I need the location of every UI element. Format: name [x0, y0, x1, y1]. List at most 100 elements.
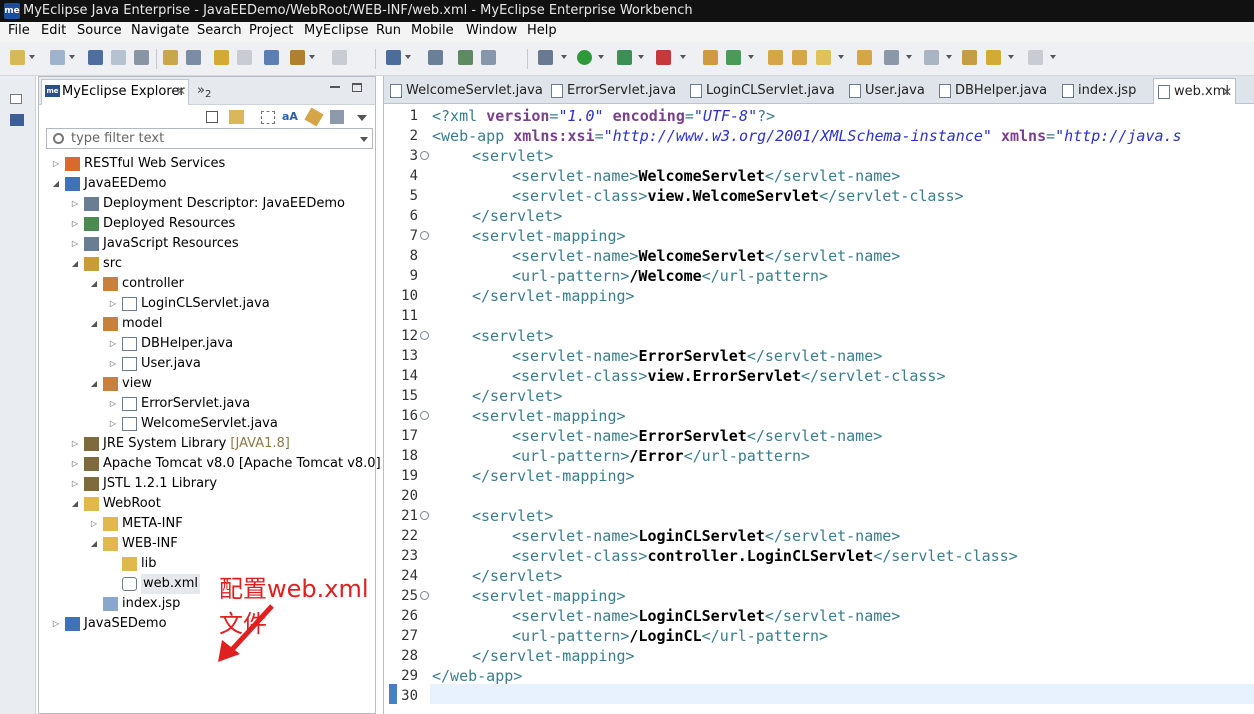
editor-tab-web-xml[interactable]: web.xml ✕	[1153, 78, 1236, 104]
new-package-icon[interactable]	[726, 50, 741, 65]
editor-tab-welcomeservlet-java[interactable]: WelcomeServlet.java	[386, 78, 544, 104]
debug-dropdown-icon[interactable]	[561, 55, 567, 59]
collapsed-arrow-icon[interactable]: ▷	[70, 234, 80, 254]
collapsed-arrow-icon[interactable]: ▷	[108, 294, 118, 314]
new-project-dropdown-icon[interactable]	[69, 55, 75, 59]
fold-toggle-icon[interactable]	[420, 231, 429, 240]
editor-tab-dbhelper-java[interactable]: DBHelper.java	[935, 78, 1054, 104]
link-with-editor-icon[interactable]	[229, 110, 244, 124]
menu-window[interactable]: Window	[466, 23, 517, 38]
back-icon[interactable]	[986, 50, 1001, 65]
open-type-icon[interactable]	[163, 50, 178, 65]
collapsed-arrow-icon[interactable]: ▷	[51, 154, 61, 174]
menu-edit[interactable]: Edit	[41, 23, 66, 38]
web-icon[interactable]	[458, 50, 473, 65]
expanded-arrow-icon[interactable]: ◢	[70, 494, 80, 514]
open-folder-icon[interactable]	[768, 50, 783, 65]
editor-tab-user-java[interactable]: User.java	[845, 78, 931, 104]
back-dropdown-icon[interactable]	[1008, 55, 1014, 59]
collapsed-arrow-icon[interactable]: ▷	[108, 414, 118, 434]
fold-toggle-icon[interactable]	[420, 331, 429, 340]
editor-tab-errorservlet-java[interactable]: ErrorServlet.java	[547, 78, 683, 104]
debug-layout-icon[interactable]	[264, 50, 279, 65]
browser-icon[interactable]	[481, 50, 496, 65]
annotation-dropdown-icon[interactable]	[906, 55, 912, 59]
tab-myeclipse-explorer[interactable]: me MyEclipse Explorer ✕	[41, 79, 189, 105]
view-menu-icon[interactable]	[357, 115, 367, 121]
fold-toggle-icon[interactable]	[420, 151, 429, 160]
debug-icon[interactable]	[538, 50, 553, 65]
collapsed-arrow-icon[interactable]: ▷	[70, 434, 80, 454]
next-annotation-icon[interactable]	[924, 50, 939, 65]
expanded-arrow-icon[interactable]: ◢	[89, 534, 99, 554]
menu-mobile[interactable]: Mobile	[411, 23, 454, 38]
pin-icon[interactable]	[304, 107, 324, 127]
fold-toggle-icon[interactable]	[420, 591, 429, 600]
open-file-icon[interactable]	[857, 50, 872, 65]
collapsed-arrow-icon[interactable]: ▷	[70, 454, 80, 474]
filter-input[interactable]: type filter text	[46, 128, 373, 149]
forward-dropdown-icon[interactable]	[1050, 55, 1056, 59]
maximize-icon[interactable]	[352, 83, 362, 92]
close-icon[interactable]: ✕	[1222, 79, 1232, 105]
print-icon[interactable]	[134, 50, 149, 65]
run-external-dropdown-icon[interactable]	[638, 55, 644, 59]
server-icon[interactable]	[332, 50, 347, 65]
save-all-icon[interactable]	[111, 50, 126, 65]
save-icon[interactable]	[88, 50, 103, 65]
run-dropdown-icon[interactable]	[598, 55, 604, 59]
undo-icon[interactable]	[214, 50, 229, 65]
chevron-overflow-icon[interactable]: »	[197, 83, 205, 98]
collapsed-arrow-icon[interactable]: ▷	[108, 334, 118, 354]
expanded-arrow-icon[interactable]: ◢	[89, 274, 99, 294]
collapsed-arrow-icon[interactable]: ▷	[70, 214, 80, 234]
open-resource-icon[interactable]	[792, 50, 807, 65]
collapse-all-icon[interactable]	[206, 111, 218, 123]
minimize-icon[interactable]	[330, 86, 340, 88]
close-icon[interactable]: ✕	[176, 84, 186, 98]
layout-icon[interactable]	[428, 50, 443, 65]
editor-tab-loginclservlet-java[interactable]: LoginCLServlet.java	[686, 78, 841, 104]
restore-icon[interactable]	[10, 94, 22, 104]
perspective-grid-icon[interactable]	[386, 50, 401, 65]
open-task-icon[interactable]	[186, 50, 201, 65]
filter-dropdown-icon[interactable]	[360, 137, 368, 142]
deploy-icon[interactable]	[290, 50, 305, 65]
forward-icon[interactable]	[1028, 50, 1043, 65]
editor-tab-index-jsp[interactable]: index.jsp	[1058, 78, 1149, 104]
last-edit-icon[interactable]	[962, 50, 977, 65]
new-class-icon[interactable]	[703, 50, 718, 65]
font-icon[interactable]: aA	[282, 110, 298, 123]
run-icon[interactable]	[577, 50, 592, 65]
minimized-view-icon[interactable]	[10, 114, 24, 126]
new-project-icon[interactable]	[50, 50, 65, 65]
stop-icon[interactable]	[656, 50, 671, 65]
stop-dropdown-icon[interactable]	[680, 55, 686, 59]
search-tool-icon[interactable]	[816, 50, 831, 65]
collapsed-arrow-icon[interactable]: ▷	[70, 474, 80, 494]
tools-icon[interactable]	[330, 110, 344, 124]
redo-icon[interactable]	[237, 50, 252, 65]
collapsed-arrow-icon[interactable]: ▷	[108, 354, 118, 374]
menu-myeclipse[interactable]: MyEclipse	[304, 23, 369, 38]
perspective-dropdown-icon[interactable]	[405, 55, 411, 59]
search-dropdown-icon[interactable]	[838, 55, 844, 59]
expanded-arrow-icon[interactable]: ◢	[70, 254, 80, 274]
menu-run[interactable]: Run	[376, 23, 401, 38]
fold-toggle-icon[interactable]	[420, 411, 429, 420]
expanded-arrow-icon[interactable]: ◢	[89, 374, 99, 394]
deploy-dropdown-icon[interactable]	[309, 55, 315, 59]
menu-search[interactable]: Search	[197, 23, 242, 38]
new-package-dropdown-icon[interactable]	[748, 55, 754, 59]
run-external-icon[interactable]	[617, 50, 632, 65]
collapsed-arrow-icon[interactable]: ▷	[51, 614, 61, 634]
menu-project[interactable]: Project	[249, 23, 293, 38]
expanded-arrow-icon[interactable]: ◢	[89, 314, 99, 334]
expanded-arrow-icon[interactable]: ◢	[51, 174, 61, 194]
new-icon[interactable]	[10, 50, 25, 65]
filter-icon[interactable]	[261, 111, 275, 124]
collapsed-arrow-icon[interactable]: ▷	[89, 514, 99, 534]
annotation-icon[interactable]	[884, 50, 899, 65]
collapsed-arrow-icon[interactable]: ▷	[108, 394, 118, 414]
menu-navigate[interactable]: Navigate	[131, 23, 189, 38]
